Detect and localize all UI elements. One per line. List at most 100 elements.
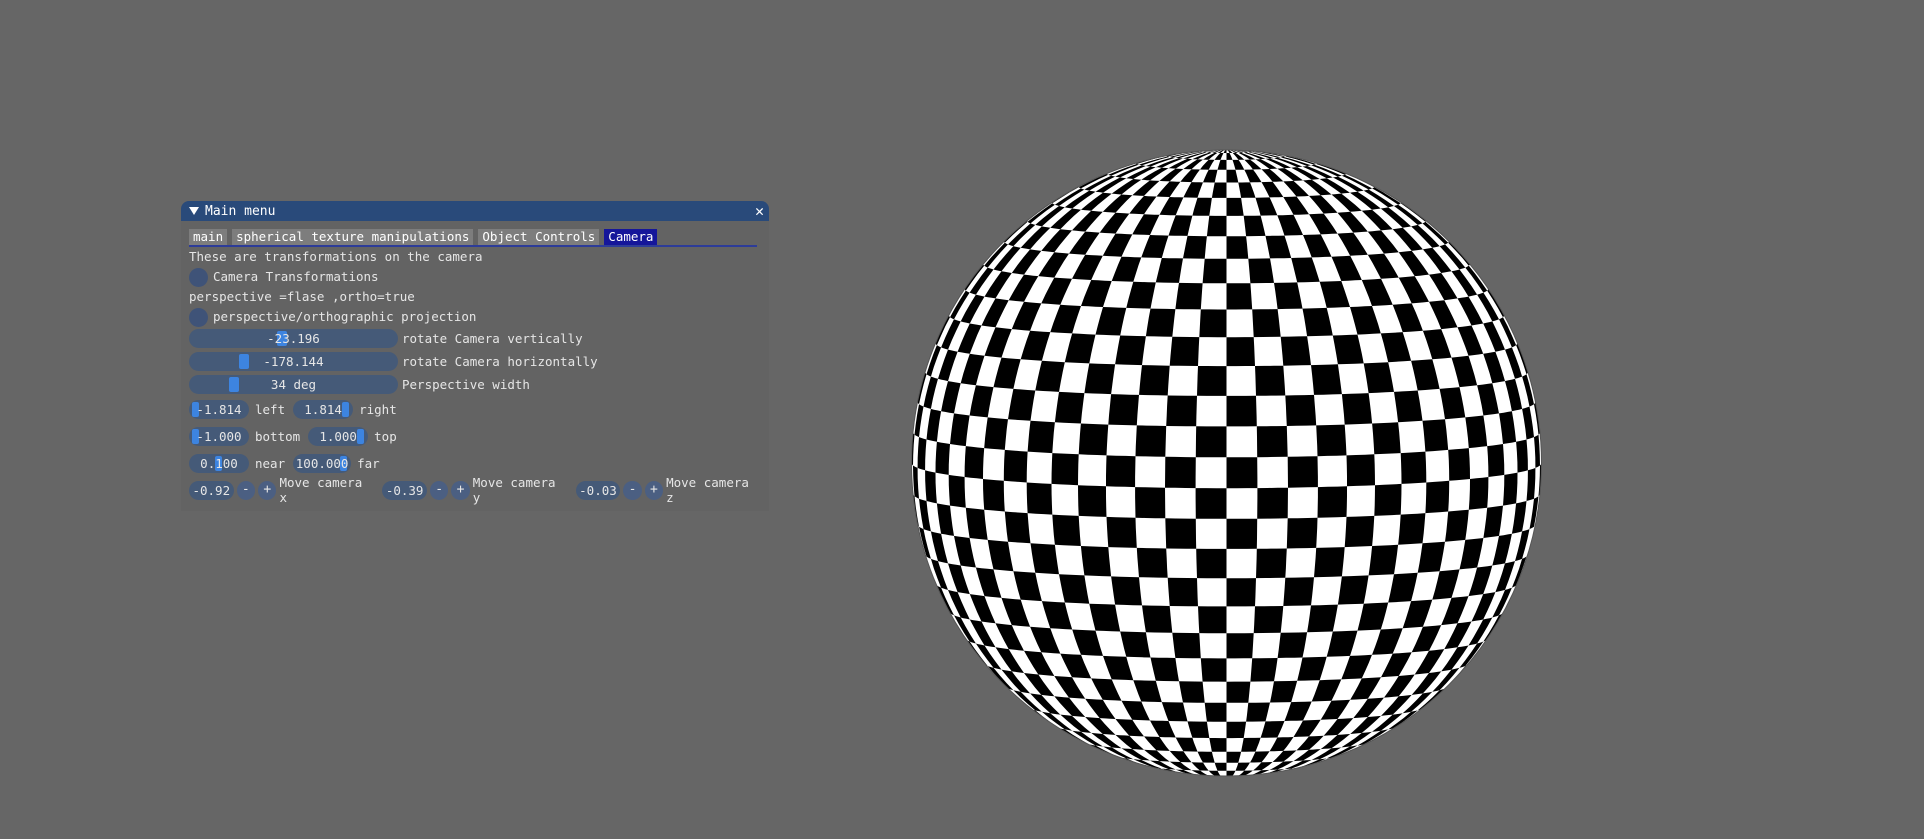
checker-tile: [1425, 480, 1450, 514]
checker-tile: [1198, 149, 1227, 150]
checker-tile: [1136, 547, 1168, 578]
projection-note-text: perspective =flase ,ortho=true: [189, 289, 415, 304]
near-label: near: [255, 456, 286, 471]
checker-tile: [1167, 577, 1198, 607]
tab-main[interactable]: main: [189, 229, 228, 245]
checker-tile: [1277, 632, 1308, 658]
checker-tile: [1226, 681, 1251, 703]
checker-tile: [1226, 283, 1253, 310]
ortho-bottom-drag[interactable]: -1.000: [189, 427, 249, 446]
camera-transformations-label: Camera Transformations: [213, 269, 379, 284]
move-x-plus-button[interactable]: +: [258, 480, 277, 500]
main-menu-window[interactable]: Main menu ✕ main spherical texture manip…: [181, 201, 769, 511]
rotate-vertical-slider[interactable]: -23.196: [189, 329, 398, 348]
move-y-minus-button[interactable]: -: [429, 480, 449, 500]
checker-tile: [1200, 658, 1227, 682]
checker-tile: [1145, 308, 1176, 337]
tab-object-controls[interactable]: Object Controls: [478, 229, 600, 245]
slider-grab[interactable]: [342, 402, 350, 417]
checker-tile: [1205, 148, 1227, 149]
checker-tile: [1142, 605, 1173, 633]
slider-value: -178.144: [263, 354, 324, 369]
checker-tile: [1215, 148, 1227, 149]
perspective-width-row: 34 deg Perspective width: [189, 373, 761, 396]
slider-grab[interactable]: [357, 429, 365, 444]
camera-transformations-checkbox-row[interactable]: Camera Transformations: [189, 267, 761, 287]
slider-label: Perspective width: [402, 377, 530, 392]
checker-tile: [1227, 148, 1242, 149]
near-drag[interactable]: 0.100: [189, 454, 249, 473]
projection-checkbox-row[interactable]: perspective/orthographic projection: [189, 307, 761, 327]
rotate-vertical-row: -23.196 rotate Camera vertically: [189, 327, 761, 350]
checker-tile: [1078, 423, 1109, 456]
checker-tile: [1221, 148, 1227, 149]
checker-tile: [1198, 606, 1227, 634]
ortho-top-label: top: [374, 429, 397, 444]
checker-tile: [1169, 336, 1200, 366]
slider-value: -23.196: [267, 331, 320, 346]
move-z-plus-button[interactable]: +: [644, 480, 664, 500]
checker-tile: [1226, 236, 1249, 259]
checker-tile: [1209, 738, 1227, 752]
checker-tile: [1108, 394, 1139, 426]
tab-camera[interactable]: Camera: [604, 229, 658, 245]
checker-tile: [1226, 457, 1258, 489]
checker-tile: [1199, 309, 1227, 338]
checker-tile: [1248, 258, 1274, 284]
checker-tile: [983, 479, 1005, 512]
checker-tile: [1250, 658, 1278, 682]
checker-tile: [1204, 702, 1227, 722]
window-titlebar[interactable]: Main menu ✕: [181, 201, 769, 221]
checker-tile: [1307, 604, 1338, 633]
checker-tile: [1027, 420, 1055, 454]
checker-tile: [1195, 488, 1227, 519]
ortho-right-drag[interactable]: 1.814: [293, 400, 354, 419]
close-icon[interactable]: ✕: [755, 202, 764, 220]
checker-tile: [1135, 487, 1166, 519]
rotate-horizontal-slider[interactable]: -178.144: [189, 352, 398, 371]
near-value: 0.100: [200, 456, 238, 471]
checker-tile: [1226, 395, 1257, 427]
checker-tile: [1487, 444, 1505, 477]
ortho-left-label: left: [255, 402, 286, 417]
checker-tile: [1202, 258, 1227, 284]
far-value: 100.000: [295, 456, 349, 471]
move-x-minus-button[interactable]: -: [236, 480, 256, 500]
ortho-right-label: right: [359, 402, 397, 417]
checker-tile: [1197, 366, 1227, 396]
move-z-minus-button[interactable]: -: [623, 480, 642, 500]
checker-tile: [1448, 448, 1470, 481]
move-z-input[interactable]: -0.03: [575, 480, 621, 500]
move-x-input[interactable]: -0.92: [189, 480, 234, 500]
collapse-arrow-icon[interactable]: [189, 207, 199, 215]
checker-tile: [1317, 486, 1347, 518]
slider-grab[interactable]: [238, 354, 249, 369]
far-drag[interactable]: 100.000: [293, 454, 352, 473]
checker-tile: [925, 470, 937, 504]
move-y-input[interactable]: -0.39: [382, 480, 427, 500]
checker-tile: [1135, 425, 1167, 457]
ortho-left-drag[interactable]: -1.814: [189, 400, 249, 419]
tab-spherical-texture-manipulations[interactable]: spherical texture manipulations: [232, 229, 474, 245]
window-title: Main menu: [205, 203, 276, 219]
move-y-plus-button[interactable]: +: [451, 480, 470, 500]
checker-tile: [1227, 148, 1247, 149]
checker-tile: [1201, 149, 1227, 150]
near-far-row: 0.100 near 100.000 far: [189, 450, 761, 477]
checker-tile: [1286, 517, 1318, 549]
checker-tile: [1445, 509, 1469, 542]
checker-tile: [948, 474, 966, 508]
checker-tile: [1516, 439, 1528, 473]
rotate-horizontal-row: -178.144 rotate Camera horizontally: [189, 350, 761, 373]
projection-checkbox[interactable]: [189, 307, 208, 327]
checker-tile: [1503, 472, 1518, 506]
checker-tile: [1115, 335, 1146, 366]
checker-tile: [1165, 456, 1196, 489]
camera-transformations-checkbox[interactable]: [189, 267, 208, 287]
slider-grab[interactable]: [228, 377, 239, 392]
checker-tile: [1226, 337, 1255, 367]
slider-value: 34 deg: [270, 377, 317, 392]
perspective-width-slider[interactable]: 34 deg: [189, 375, 398, 394]
ortho-top-drag[interactable]: 1.000: [308, 427, 369, 446]
checker-tile: [935, 441, 950, 475]
